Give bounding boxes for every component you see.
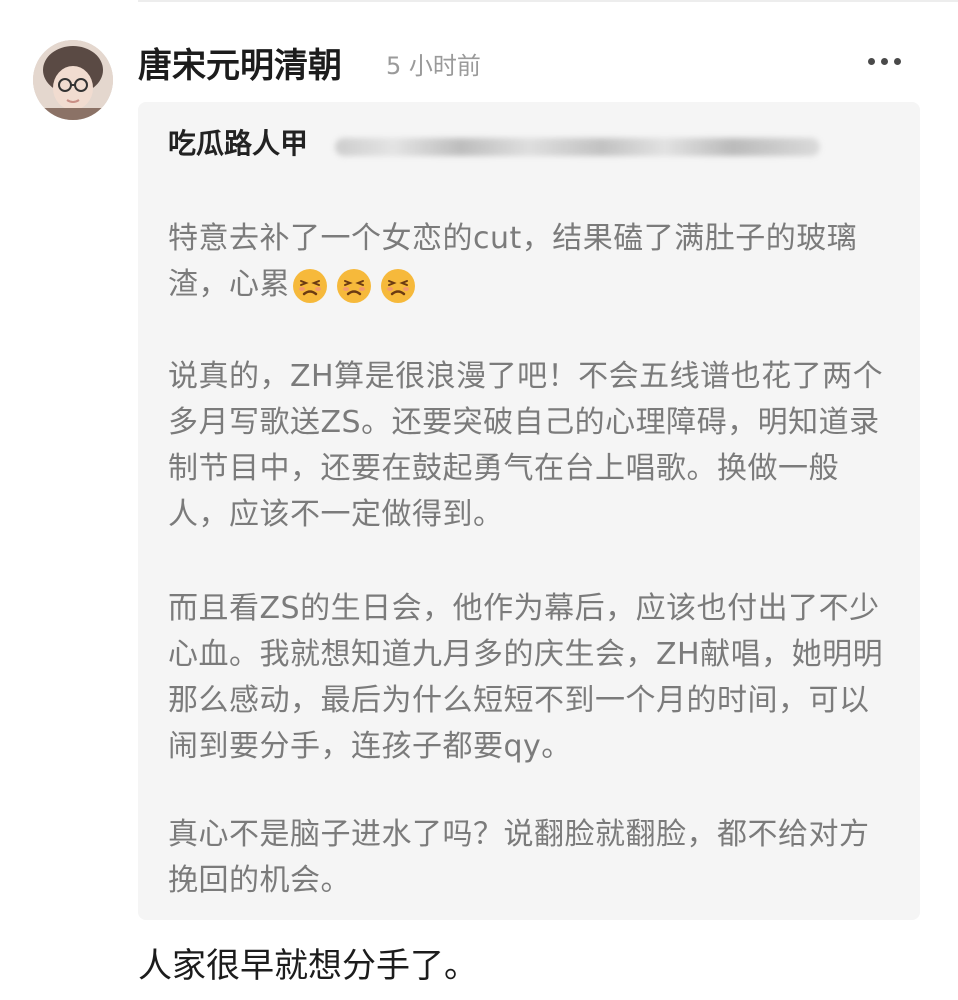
tired-face-emoji: [381, 268, 415, 303]
blurred-link: [335, 138, 820, 156]
tired-face-emoji: [337, 268, 371, 303]
username[interactable]: 唐宋元明清朝: [138, 44, 342, 88]
user-avatar[interactable]: [33, 40, 113, 120]
quoted-comment: 吃瓜路人甲 特意去补了一个女恋的cut，结果磕了满肚子的玻璃渣，心累 说真的，Z…: [138, 102, 920, 920]
reply-text: 人家很早就想分手了。: [138, 946, 478, 986]
quote-paragraph: 特意去补了一个女恋的cut，结果磕了满肚子的玻璃渣，心累: [168, 221, 858, 304]
tired-face-emoji: [293, 268, 327, 303]
quote-paragraph: 说真的，ZH算是很浪漫了吧！不会五线谱也花了两个多月写歌送ZS。还要突破自己的心…: [168, 359, 884, 532]
quote-paragraph: 真心不是脑子进水了吗？说翻脸就翻脸，都不给对方挽回的机会。: [168, 817, 870, 898]
more-horizontal-icon[interactable]: [868, 58, 901, 65]
emoji-group: [292, 268, 416, 304]
timestamp: 5 小时前: [386, 52, 481, 80]
top-divider: [138, 0, 958, 2]
quote-author[interactable]: 吃瓜路人甲: [168, 124, 308, 164]
quote-paragraph: 而且看ZS的生日会，他作为幕后，应该也付出了不少心血。我就想知道九月多的庆生会，…: [168, 591, 884, 764]
